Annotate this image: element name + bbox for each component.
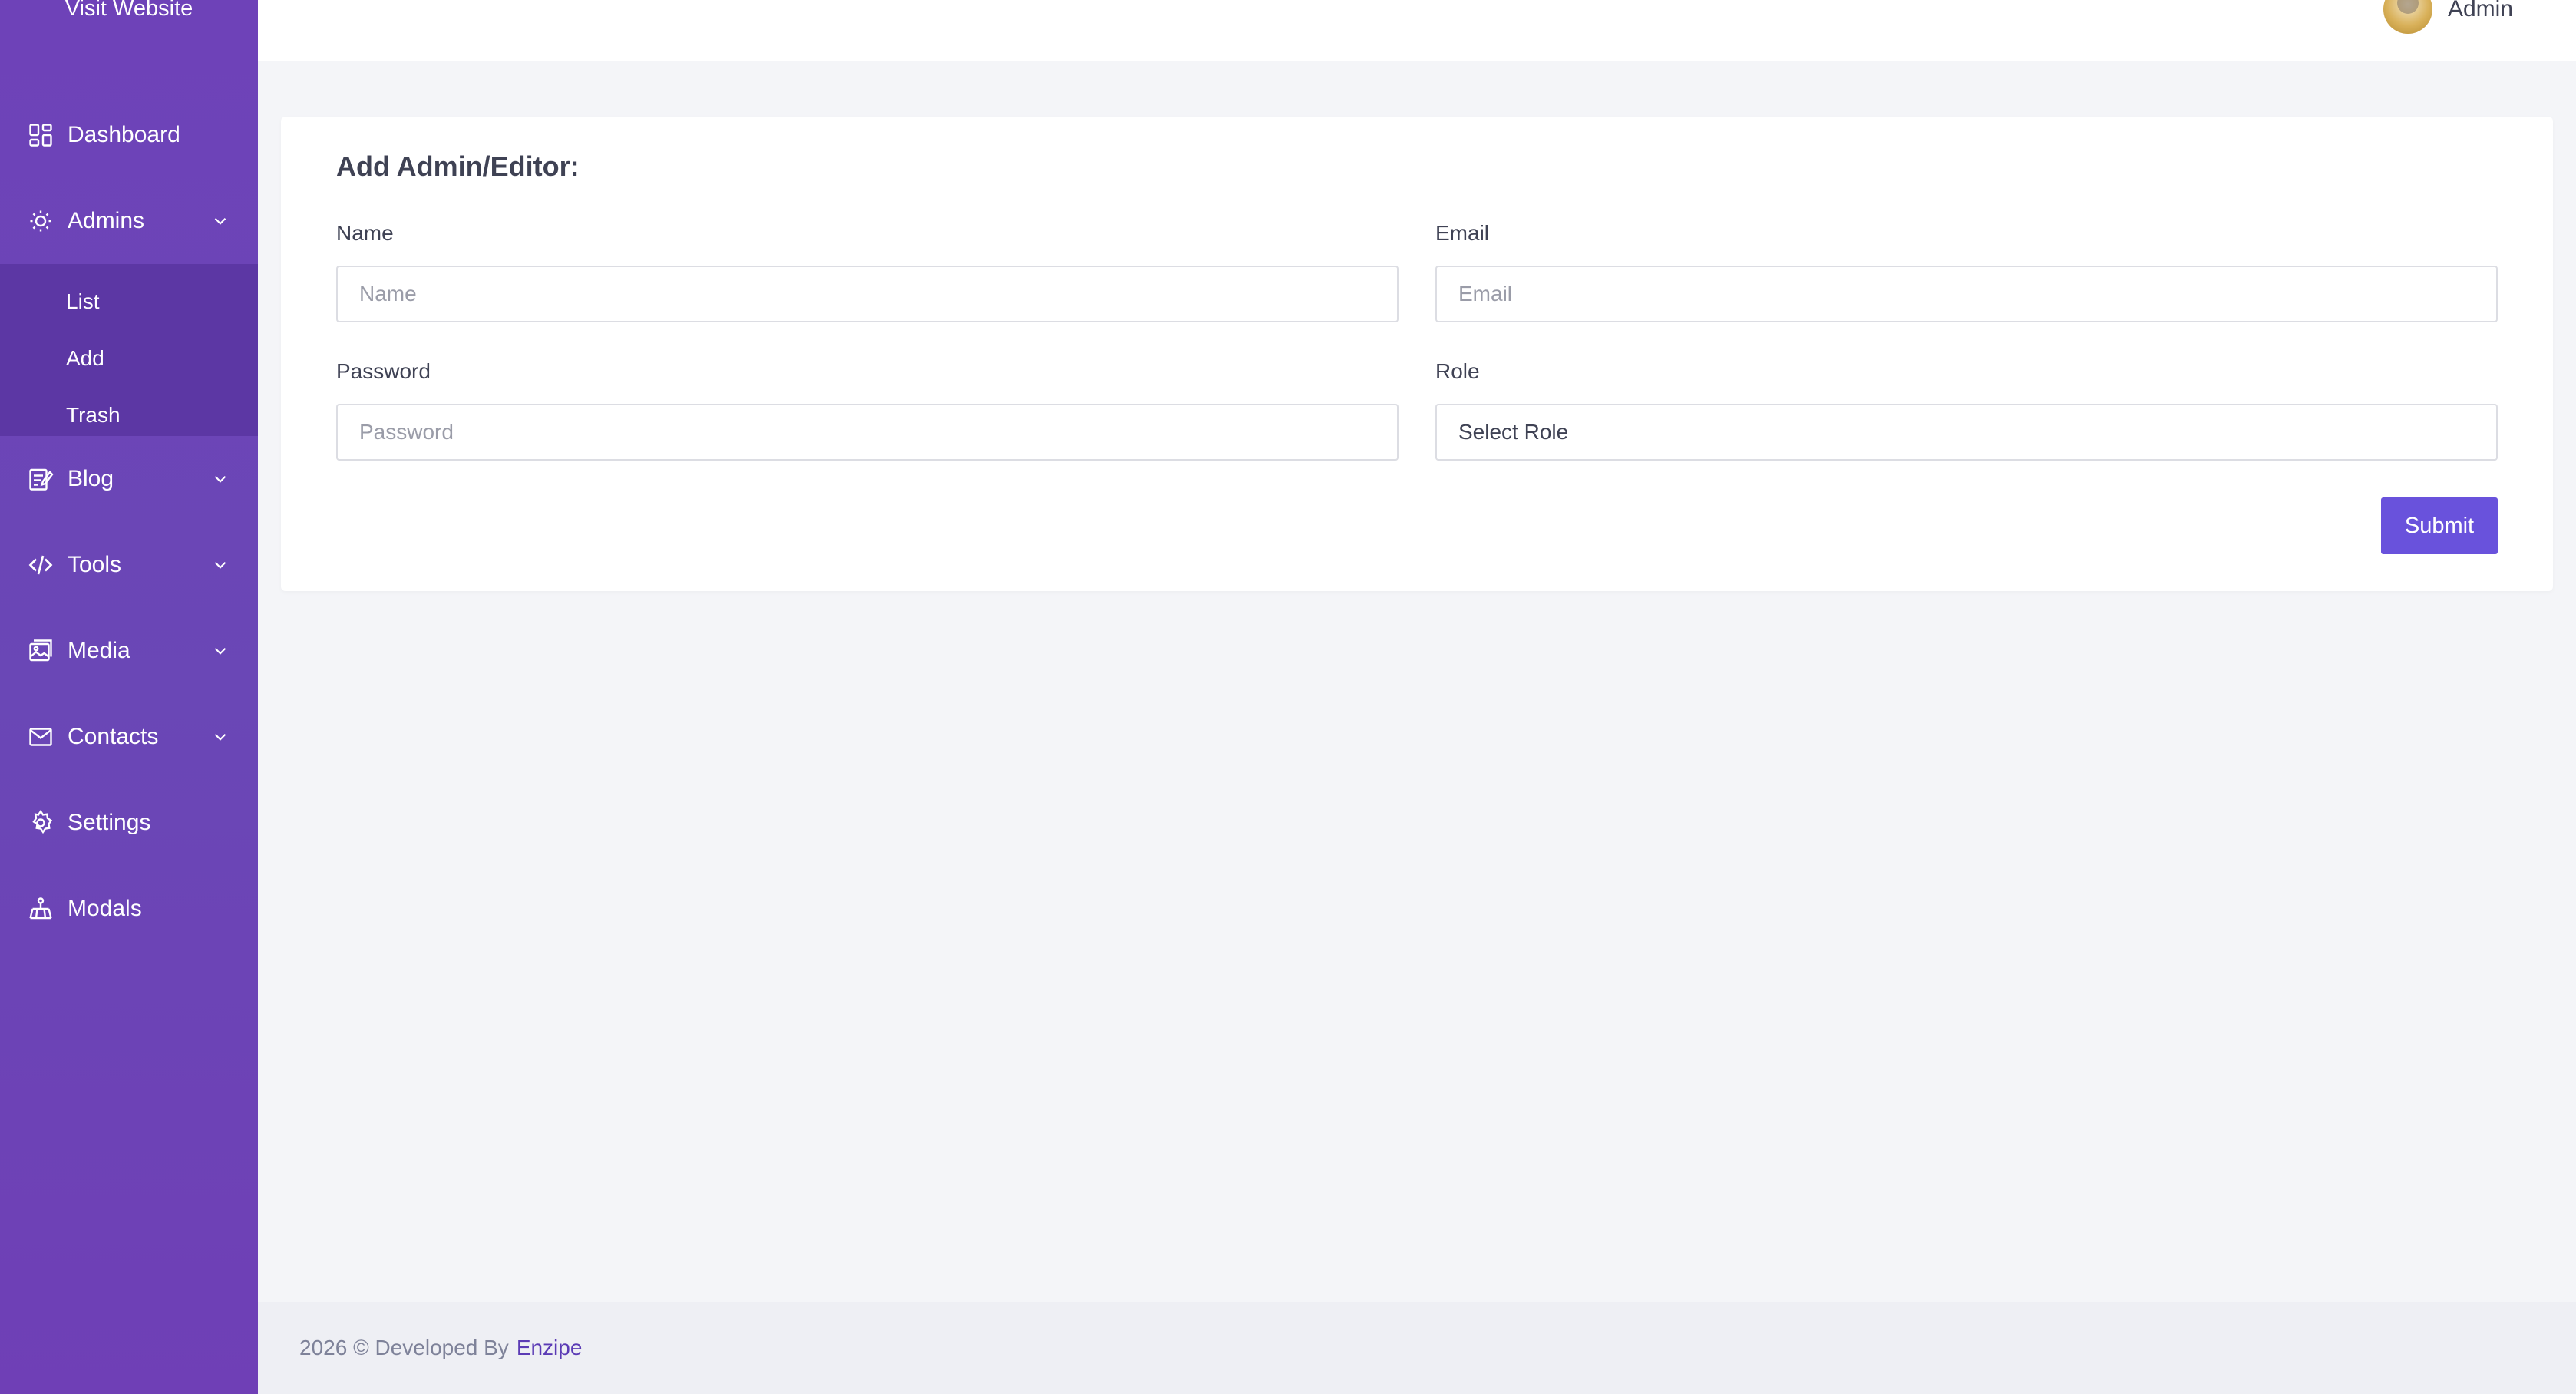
sidebar-item-label: Contacts	[68, 724, 159, 749]
mail-icon	[26, 722, 55, 752]
user-menu[interactable]: Admin	[2383, 0, 2513, 34]
sidebar: Visit Website Dashboard Admins List Add …	[0, 0, 258, 1394]
sidebar-item-label: Blog	[68, 466, 114, 491]
chevron-down-icon	[210, 469, 230, 489]
submit-button[interactable]: Submit	[2381, 497, 2498, 554]
chevron-down-icon	[210, 727, 230, 747]
chevron-down-icon	[210, 641, 230, 661]
sidebar-item-label: Tools	[68, 552, 122, 577]
email-input[interactable]	[1435, 266, 2498, 322]
sidebar-item-admins[interactable]: Admins	[0, 178, 258, 264]
visit-website-link[interactable]: Visit Website	[0, 0, 258, 20]
submenu-item-add[interactable]: Add	[0, 330, 258, 387]
sidebar-item-media[interactable]: Media	[0, 608, 258, 694]
email-label: Email	[1435, 221, 1490, 245]
modals-icon	[26, 894, 55, 923]
sidebar-item-label: Dashboard	[68, 122, 180, 147]
chevron-down-icon	[210, 211, 230, 231]
footer-text: 2026 © Developed By	[299, 1336, 509, 1359]
media-icon	[26, 636, 55, 666]
dashboard-icon	[26, 121, 55, 150]
role-select[interactable]: Select Role	[1435, 404, 2498, 461]
code-icon	[26, 550, 55, 580]
role-selected-value: Select Role	[1458, 420, 1569, 444]
admins-icon	[26, 206, 55, 236]
page-title: Add Admin/Editor:	[336, 150, 580, 182]
sidebar-item-settings[interactable]: Settings	[0, 780, 258, 866]
blog-icon	[26, 464, 55, 494]
sidebar-item-dashboard[interactable]: Dashboard	[0, 92, 258, 178]
add-admin-form-card: Add Admin/Editor: Name Email Password Ro…	[281, 117, 2553, 591]
sidebar-item-blog[interactable]: Blog	[0, 436, 258, 522]
sidebar-nav: Dashboard Admins List Add Trash Blog Too…	[0, 92, 258, 952]
role-label: Role	[1435, 359, 1480, 383]
name-input[interactable]	[336, 266, 1399, 322]
sidebar-item-modals[interactable]: Modals	[0, 866, 258, 952]
topbar: Admin	[258, 0, 2576, 61]
name-label: Name	[336, 221, 394, 245]
sidebar-item-tools[interactable]: Tools	[0, 522, 258, 608]
sidebar-item-label: Media	[68, 638, 130, 663]
avatar[interactable]	[2383, 0, 2432, 34]
user-name: Admin	[2447, 0, 2513, 21]
footer-brand-link[interactable]: Enzipe	[517, 1336, 583, 1360]
sidebar-item-label: Settings	[68, 810, 151, 835]
password-input[interactable]	[336, 404, 1399, 461]
submenu-item-trash[interactable]: Trash	[0, 387, 258, 444]
password-label: Password	[336, 359, 431, 383]
admins-submenu: List Add Trash	[0, 264, 258, 436]
submenu-item-list[interactable]: List	[0, 273, 258, 330]
sidebar-item-label: Modals	[68, 896, 142, 921]
footer: 2026 © Developed By Enzipe	[258, 1302, 2576, 1394]
sidebar-item-contacts[interactable]: Contacts	[0, 694, 258, 780]
chevron-down-icon	[210, 555, 230, 575]
sidebar-item-label: Admins	[68, 208, 145, 233]
gear-icon	[26, 808, 55, 837]
